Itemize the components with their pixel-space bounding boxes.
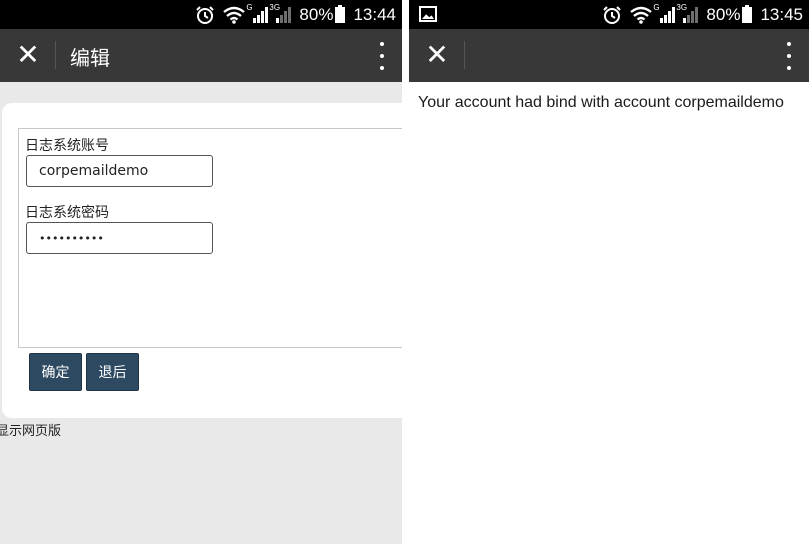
bind-status-message: Your account had bind with account corpe… [418, 94, 784, 111]
password-label: 日志系统密码 [25, 205, 109, 221]
account-input[interactable]: corpemaildemo [26, 155, 213, 187]
confirm-button[interactable]: 确定 [29, 353, 82, 391]
left-phone-screen: G 3G 80% 13:44 ✕ 编辑 日志系统账号 corpemaildemo… [0, 0, 402, 544]
clock: 13:44 [353, 4, 396, 24]
title-divider [464, 41, 465, 69]
network-type-label: 3G [269, 2, 281, 12]
page-title: 编辑 [70, 46, 110, 70]
close-icon[interactable]: ✕ [14, 41, 42, 69]
network-type-label: G [653, 2, 660, 12]
title-divider [55, 41, 56, 69]
wifi-icon [223, 6, 246, 24]
more-icon[interactable] [378, 42, 386, 70]
network-type-label: 3G [676, 2, 688, 12]
right-phone-screen: G 3G 80% 13:45 ✕ Your account had bind w… [409, 0, 809, 544]
signal-icon: G [653, 3, 676, 23]
account-label: 日志系统账号 [25, 138, 109, 154]
desktop-version-link[interactable]: 显示网页版 [0, 420, 61, 439]
alarm-icon [196, 5, 215, 24]
screenshot-composite: G 3G 80% 13:44 ✕ 编辑 日志系统账号 corpemaildemo… [0, 0, 809, 544]
battery-group: 80% [706, 4, 753, 25]
status-bar: G 3G 80% 13:44 [0, 0, 402, 29]
title-bar: ✕ [409, 29, 809, 82]
battery-icon [335, 4, 346, 23]
battery-percent: 80% [706, 4, 741, 24]
network-type-label: G [246, 2, 253, 12]
status-icons: G 3G 80% 13:45 [602, 0, 803, 29]
clock: 13:45 [760, 4, 803, 24]
status-bar: G 3G 80% 13:45 [409, 0, 809, 29]
close-icon[interactable]: ✕ [423, 41, 451, 69]
notification-area [419, 6, 437, 26]
image-notification-icon [419, 6, 437, 22]
battery-group: 80% [299, 4, 346, 25]
password-input[interactable]: •••••••••• [26, 222, 213, 254]
signal-icon: G [246, 3, 269, 23]
more-icon[interactable] [785, 42, 793, 70]
status-icons: G 3G 80% 13:44 [195, 0, 396, 29]
back-button[interactable]: 退后 [86, 353, 139, 391]
signal-icon: 3G [676, 3, 699, 23]
battery-percent: 80% [299, 4, 334, 24]
alarm-icon [603, 5, 622, 24]
wifi-icon [630, 6, 653, 24]
title-bar: ✕ 编辑 [0, 29, 402, 82]
signal-icon: 3G [269, 3, 292, 23]
battery-icon [742, 4, 753, 23]
